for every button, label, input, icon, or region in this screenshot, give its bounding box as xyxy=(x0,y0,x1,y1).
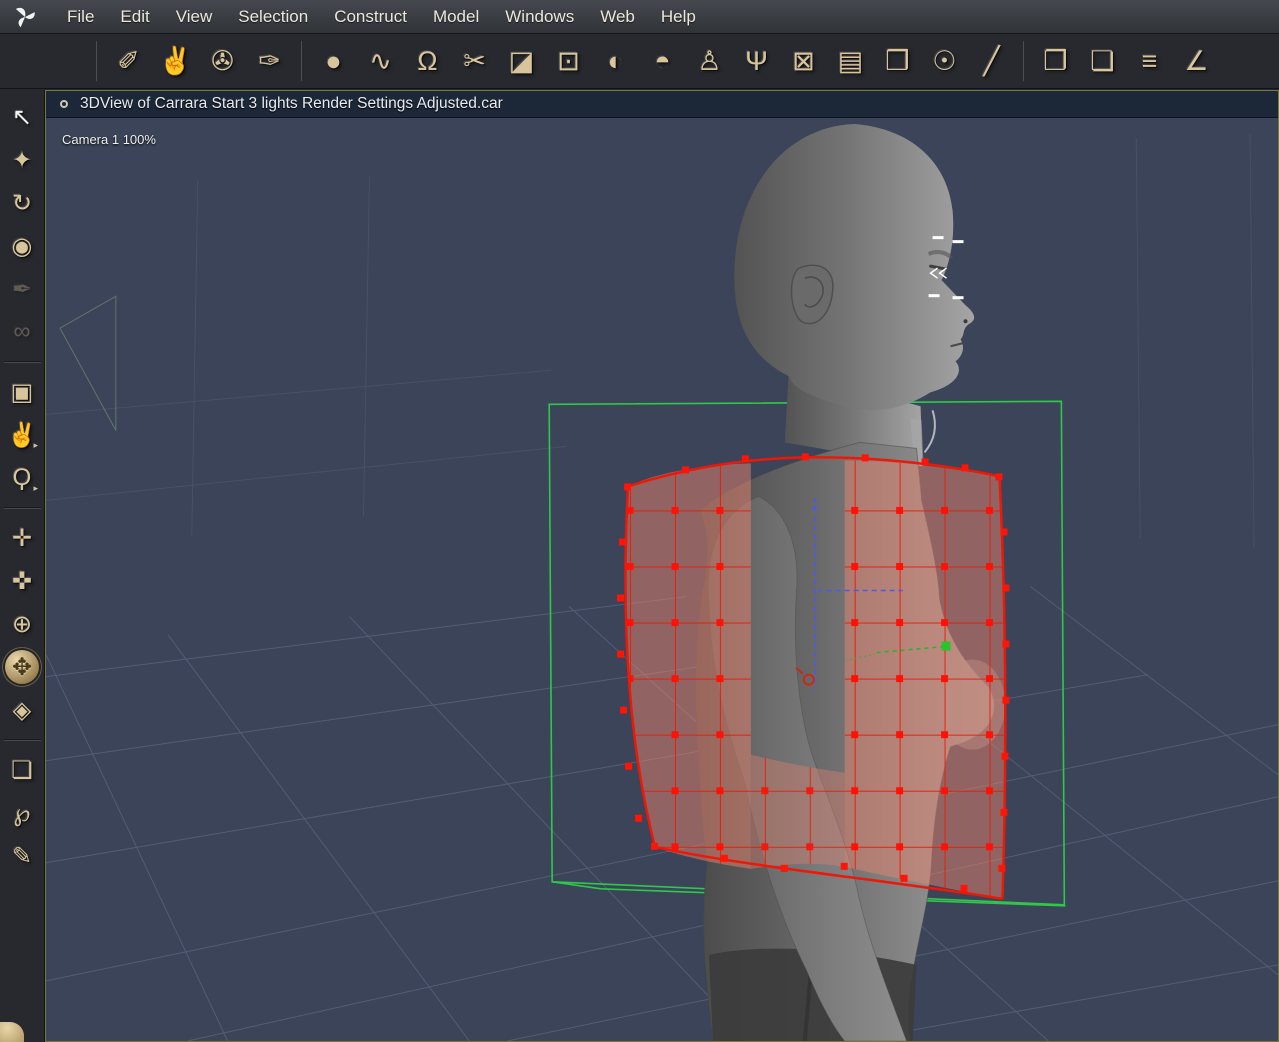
zoom-tool-icon[interactable]: Ϙ ▸ xyxy=(5,461,39,495)
camera-tool-icon[interactable]: ▣ xyxy=(5,375,39,409)
menu-edit[interactable]: Edit xyxy=(107,7,162,27)
menu-model[interactable]: Model xyxy=(420,7,492,27)
menu-file[interactable]: File xyxy=(54,7,107,27)
toolbar-separator xyxy=(301,41,302,81)
toolbar: ✐ ✌ ✇ ✑ ● ∿ Ω ✂ ◪ ⊡ ◐ ◓ ♙ Ψ ⊠ ▤ ❒ ☉ ╱ ❐ ❏ ≡ ∠ xyxy=(0,34,1279,89)
vase-lathe-tool-icon[interactable]: ♙ xyxy=(686,39,733,83)
app-window: File Edit View Selection Construct Model Windo… xyxy=(0,0,1279,1042)
eyedropper-tool-icon[interactable]: ✒ xyxy=(5,272,39,306)
half-sphere-tool-icon[interactable]: ◐ xyxy=(592,39,639,83)
carrara-pinwheel-icon xyxy=(10,4,40,30)
page-wrap-tool-icon[interactable]: ❏ xyxy=(1079,39,1126,83)
marquee-select-tool-icon[interactable]: ❏ xyxy=(5,753,39,787)
pan-camera-tool-icon[interactable]: ✜ xyxy=(5,564,39,598)
spline-edit-tool-icon[interactable]: ✐ xyxy=(105,39,152,83)
dome-lantern-tool-icon[interactable]: ◓ xyxy=(639,39,686,83)
sidebar-separator xyxy=(3,507,41,509)
flyout-arrow-icon: ▸ xyxy=(33,440,38,450)
delete-face-tool-icon[interactable]: ⊠ xyxy=(780,39,827,83)
goblet-tool-icon[interactable]: Ψ xyxy=(733,39,780,83)
rotate-tool-icon[interactable]: ↻ xyxy=(5,186,39,220)
scissors-tool-icon[interactable]: ✂ xyxy=(451,39,498,83)
line-tool-icon[interactable]: ╱ xyxy=(968,39,1015,83)
dolly-camera-tool-icon[interactable]: ⊕ xyxy=(5,607,39,641)
stack-layers-tool-icon[interactable]: ▤ xyxy=(827,39,874,83)
toolbar-separator xyxy=(1023,41,1024,81)
sidebar-separator xyxy=(3,739,41,741)
menu-view[interactable]: View xyxy=(163,7,226,27)
knife-tool-icon[interactable]: ◪ xyxy=(498,39,545,83)
toolbar-separator xyxy=(96,41,97,81)
viewport-title: 3DView of Carrara Start 3 lights Render … xyxy=(80,95,503,112)
menu-windows[interactable]: Windows xyxy=(492,7,587,27)
scene-3d[interactable] xyxy=(46,118,1278,1041)
drawing-plane-tool-icon[interactable]: ◈ xyxy=(5,693,39,727)
menu-bar: File Edit View Selection Construct Model Windo… xyxy=(0,0,1279,34)
menu-items: File Edit View Selection Construct Model Windo… xyxy=(54,7,709,27)
lasso-select-tool-icon[interactable]: ℘ xyxy=(5,796,39,830)
transform-star-tool-icon[interactable]: ✦ xyxy=(5,143,39,177)
viewport-title-bar: 3DView of Carrara Start 3 lights Render … xyxy=(46,91,1278,118)
hand-tool-icon[interactable]: ✌ xyxy=(152,39,199,83)
marquee-modeler-tool-icon[interactable]: ⊡ xyxy=(545,39,592,83)
viewport-panel: 3DView of Carrara Start 3 lights Render … xyxy=(45,90,1279,1042)
menu-construct[interactable]: Construct xyxy=(321,7,420,27)
trackball-rotate-tool-icon[interactable]: ◉ xyxy=(5,229,39,263)
viewport-canvas[interactable]: Camera 1 100% xyxy=(46,118,1278,1041)
menu-help[interactable]: Help xyxy=(648,7,709,27)
menu-web[interactable]: Web xyxy=(587,7,648,27)
universal-manipulator-tool-icon[interactable]: ✥ xyxy=(5,650,39,684)
link-tool-icon[interactable]: ∞ xyxy=(5,315,39,349)
move-camera-tool-icon[interactable]: ✛ xyxy=(5,521,39,555)
pan-hand-tool-icon[interactable]: ✌ ▸ xyxy=(5,418,39,452)
paintbrush-select-tool-icon[interactable]: ✎ xyxy=(5,839,39,873)
bag-tool-icon[interactable]: ❒ xyxy=(874,39,921,83)
menu-selection[interactable]: Selection xyxy=(225,7,321,27)
tool-sidebar: ↖ ✦ ↻ ◉ ✒ ∞ ▣ ✌ ▸ Ϙ ▸ ✛ ✜ ⊕ ✥ ◈ ❏ ℘ ✎ xyxy=(0,90,45,1042)
page-unfold-tool-icon[interactable]: ❐ xyxy=(1032,39,1079,83)
text-3d-tool-icon[interactable]: ≡ xyxy=(1126,39,1173,83)
sidebar-separator xyxy=(3,361,41,363)
sphere-paint-tool-icon[interactable]: ☉ xyxy=(921,39,968,83)
sphere-primitive-tool-icon[interactable]: ● xyxy=(310,39,357,83)
viewport-collapse-icon[interactable] xyxy=(60,100,68,108)
angle-ruler-tool-icon[interactable]: ∠ xyxy=(1173,39,1220,83)
select-arrow-tool-icon[interactable]: ↖ xyxy=(5,100,39,134)
magnet-tool-icon[interactable]: Ω xyxy=(404,39,451,83)
wrench-tool-icon[interactable]: ✇ xyxy=(199,39,246,83)
camera-selector-label[interactable]: Camera 1 100% xyxy=(62,132,156,147)
smooth-trowel-tool-icon[interactable]: ✑ xyxy=(246,39,293,83)
flyout-arrow-icon: ▸ xyxy=(33,483,38,493)
polyline-tool-icon[interactable]: ∿ xyxy=(357,39,404,83)
